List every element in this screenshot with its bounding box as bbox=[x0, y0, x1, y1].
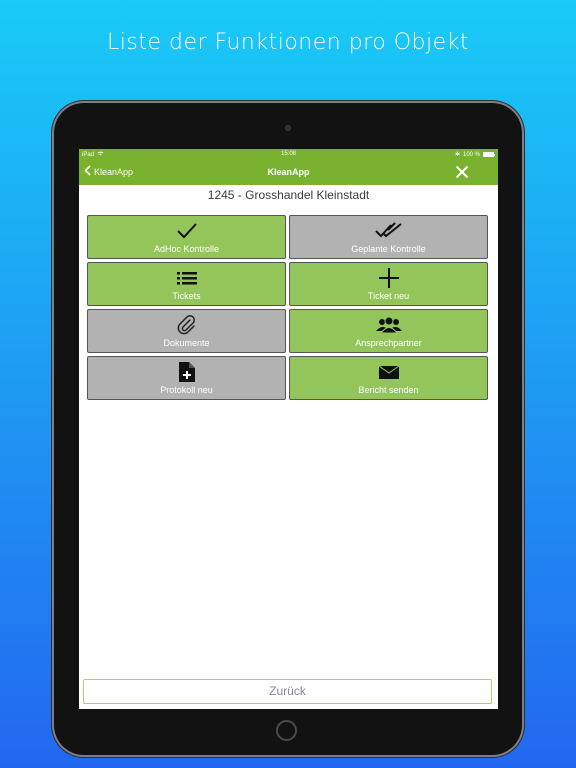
status-bar: iPad 15:08 ✱ 100 % bbox=[79, 149, 498, 160]
tile-bericht-senden[interactable]: Bericht senden bbox=[289, 356, 488, 400]
tile-adhoc-kontrolle[interactable]: AdHoc Kontrolle bbox=[87, 215, 286, 259]
battery-icon bbox=[483, 152, 495, 157]
nav-title: KleanApp bbox=[267, 167, 310, 177]
close-icon[interactable] bbox=[455, 165, 469, 179]
tile-label: Bericht senden bbox=[358, 385, 419, 395]
double-check-icon bbox=[374, 221, 403, 241]
ipad-frame: iPad 15:08 ✱ 100 % KleanApp KleanApp 124… bbox=[54, 103, 522, 755]
users-icon bbox=[375, 315, 402, 335]
camera-icon bbox=[285, 125, 291, 131]
headline: Liste der Funktionen pro Objekt bbox=[107, 30, 469, 55]
tile-label: Geplante Kontrolle bbox=[351, 244, 426, 254]
paperclip-icon bbox=[177, 315, 197, 335]
status-time: 15:08 bbox=[280, 151, 296, 157]
tile-ticket-neu[interactable]: Ticket neu bbox=[289, 262, 488, 306]
tile-label: Dokumente bbox=[163, 338, 210, 348]
battery-percent: 100 % bbox=[462, 151, 480, 158]
tile-label: Tickets bbox=[172, 291, 201, 301]
tile-label: Ansprechpartner bbox=[355, 338, 422, 348]
tile-protokoll-neu[interactable]: Protokoll neu bbox=[87, 356, 286, 400]
home-button[interactable] bbox=[276, 720, 297, 741]
bluetooth-icon: ✱ bbox=[454, 152, 460, 158]
check-icon bbox=[176, 221, 198, 241]
app-screen: iPad 15:08 ✱ 100 % KleanApp KleanApp 124… bbox=[79, 149, 498, 709]
file-plus-icon bbox=[178, 362, 196, 382]
function-grid: AdHoc Kontrolle Geplante Kontrolle Ticke… bbox=[87, 215, 489, 400]
back-button[interactable]: Zurück bbox=[83, 679, 492, 704]
object-title: 1245 - Grosshandel Kleinstadt bbox=[207, 188, 370, 202]
tile-tickets[interactable]: Tickets bbox=[87, 262, 286, 306]
tile-label: AdHoc Kontrolle bbox=[153, 244, 220, 254]
tile-ansprechpartner[interactable]: Ansprechpartner bbox=[289, 309, 488, 353]
list-icon bbox=[176, 268, 198, 288]
tile-geplante-kontrolle[interactable]: Geplante Kontrolle bbox=[289, 215, 488, 259]
tile-dokumente[interactable]: Dokumente bbox=[87, 309, 286, 353]
navigation-bar: KleanApp KleanApp bbox=[79, 160, 498, 185]
plus-icon bbox=[378, 268, 400, 288]
tile-label: Ticket neu bbox=[367, 291, 410, 301]
envelope-icon bbox=[378, 362, 400, 382]
tile-label: Protokoll neu bbox=[160, 385, 213, 395]
